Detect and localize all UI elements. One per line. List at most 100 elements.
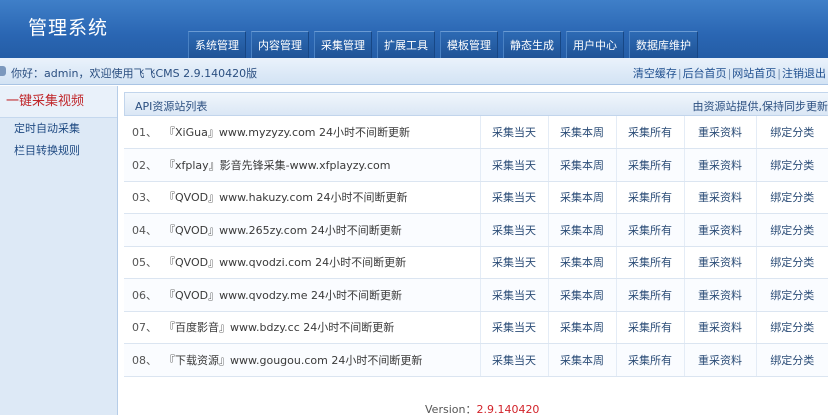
row-number: 06、 [132,288,157,302]
site-name: 『下载资源』www.gougou.com 24小时不间断更新 [164,353,423,367]
sidebar-item-category-rules[interactable]: 栏目转换规则 [0,140,117,162]
bind-category-button[interactable]: 绑定分类 [755,213,828,247]
site-name: 『xfplay』影音先锋采集-www.xfplayzy.com [164,158,391,172]
site-home-link[interactable]: 网站首页 [732,67,776,80]
site-name: 『QVOD』www.qvodzy.me 24小时不间断更新 [164,288,402,302]
collect-all-button[interactable]: 采集所有 [615,213,684,247]
site-name-cell: 07、 『百度影音』www.bdzy.cc 24小时不间断更新 [124,311,480,344]
bind-category-button[interactable]: 绑定分类 [755,181,828,214]
site-name: 『百度影音』www.bdzy.cc 24小时不间断更新 [164,321,395,335]
panel-header: API资源站列表 由资源站提供,保持同步更新 [124,92,828,116]
welcome-text: 你好：admin，欢迎使用飞飞CMS 2.9.140420版 [11,67,258,80]
bind-category-button[interactable]: 绑定分类 [755,278,828,312]
header: 管理系统 系统管理 内容管理 采集管理 扩展工具 模板管理 静态生成 用户中心 … [0,0,828,58]
collect-today-button[interactable]: 采集当天 [479,311,548,344]
collect-all-button[interactable]: 采集所有 [615,148,684,182]
user-icon [0,66,6,76]
version-footer: Version：2.9.140420 [425,401,539,415]
nav-templates[interactable]: 模板管理 [440,31,498,58]
bind-category-button[interactable]: 绑定分类 [755,116,828,149]
nav-system[interactable]: 系统管理 [188,31,246,58]
row-number: 05、 [132,256,157,270]
clear-cache-link[interactable]: 清空缓存 [633,67,677,80]
recollect-button[interactable]: 重采资料 [683,213,756,247]
nav-database[interactable]: 数据库维护 [629,31,698,58]
site-name-cell: 05、 『QVOD』www.qvodzi.com 24小时不间断更新 [124,246,480,279]
collect-today-button[interactable]: 采集当天 [479,246,548,279]
nav-tools[interactable]: 扩展工具 [377,31,435,58]
collect-week-button[interactable]: 采集本周 [547,311,616,344]
nav-content[interactable]: 内容管理 [251,31,309,58]
nav-users[interactable]: 用户中心 [566,31,624,58]
row-number: 03、 [132,191,157,205]
row-number: 02、 [132,158,157,172]
site-name: 『QVOD』www.hakuzy.com 24小时不间断更新 [164,191,408,205]
sidebar-item-one-click-collect[interactable]: 一键采集视频 [0,86,117,118]
collect-all-button[interactable]: 采集所有 [615,343,684,377]
info-bar: 你好：admin，欢迎使用飞飞CMS 2.9.140420版 清空缓存|后台首页… [0,58,828,85]
collect-week-button[interactable]: 采集本周 [547,343,616,377]
collect-week-button[interactable]: 采集本周 [547,116,616,149]
row-number: 07、 [132,321,157,335]
bind-category-button[interactable]: 绑定分类 [755,148,828,182]
collect-all-button[interactable]: 采集所有 [615,278,684,312]
table-row: 01、 『XiGua』www.myzyzy.com 24小时不间断更新 采集当天 采集… [124,116,828,149]
collect-today-button[interactable]: 采集当天 [479,278,548,312]
recollect-button[interactable]: 重采资料 [683,148,756,182]
recollect-button[interactable]: 重采资料 [683,311,756,344]
table-row: 02、 『xfplay』影音先锋采集-www.xfplayzy.com 采集当天 采集… [124,148,828,182]
panel-note: 由资源站提供,保持同步更新 [692,100,828,113]
bind-category-button[interactable]: 绑定分类 [755,246,828,279]
bind-category-button[interactable]: 绑定分类 [755,343,828,377]
version-label: Version： [425,403,477,415]
row-number: 04、 [132,223,157,237]
table-row: 04、 『QVOD』www.265zy.com 24小时不间断更新 采集当天 采集本周… [124,213,828,247]
site-name: 『QVOD』www.265zy.com 24小时不间断更新 [164,223,402,237]
collect-today-button[interactable]: 采集当天 [479,181,548,214]
row-number: 08、 [132,353,157,367]
admin-home-link[interactable]: 后台首页 [683,67,727,80]
site-name-cell: 02、 『xfplay』影音先锋采集-www.xfplayzy.com [124,148,480,182]
collect-all-button[interactable]: 采集所有 [615,116,684,149]
collect-week-button[interactable]: 采集本周 [547,181,616,214]
site-name: 『QVOD』www.qvodzi.com 24小时不间断更新 [164,256,407,270]
app-title: 管理系统 [28,17,109,39]
top-nav: 系统管理 内容管理 采集管理 扩展工具 模板管理 静态生成 用户中心 数据库维护 [188,31,698,58]
recollect-button[interactable]: 重采资料 [683,246,756,279]
site-name-cell: 08、 『下载资源』www.gougou.com 24小时不间断更新 [124,343,480,377]
site-name-cell: 04、 『QVOD』www.265zy.com 24小时不间断更新 [124,213,480,247]
source-site-table: 01、 『XiGua』www.myzyzy.com 24小时不间断更新 采集当天 采集… [124,116,828,377]
nav-static[interactable]: 静态生成 [503,31,561,58]
bind-category-button[interactable]: 绑定分类 [755,311,828,344]
site-name-cell: 06、 『QVOD』www.qvodzy.me 24小时不间断更新 [124,278,480,312]
collect-today-button[interactable]: 采集当天 [479,116,548,149]
nav-collect[interactable]: 采集管理 [314,31,372,58]
recollect-button[interactable]: 重采资料 [683,343,756,377]
sidebar: 一键采集视频 定时自动采集 栏目转换规则 [0,86,118,415]
table-row: 07、 『百度影音』www.bdzy.cc 24小时不间断更新 采集当天 采集本周 采集… [124,311,828,344]
collect-today-button[interactable]: 采集当天 [479,213,548,247]
recollect-button[interactable]: 重采资料 [683,181,756,214]
collect-today-button[interactable]: 采集当天 [479,343,548,377]
collect-all-button[interactable]: 采集所有 [615,246,684,279]
collect-week-button[interactable]: 采集本周 [547,246,616,279]
table-row: 08、 『下载资源』www.gougou.com 24小时不间断更新 采集当天 采集本… [124,343,828,377]
table-row: 05、 『QVOD』www.qvodzi.com 24小时不间断更新 采集当天 采集本… [124,246,828,279]
site-name-cell: 01、 『XiGua』www.myzyzy.com 24小时不间断更新 [124,116,480,149]
table-row: 06、 『QVOD』www.qvodzy.me 24小时不间断更新 采集当天 采集本周… [124,278,828,312]
collect-week-button[interactable]: 采集本周 [547,278,616,312]
collect-all-button[interactable]: 采集所有 [615,181,684,214]
collect-week-button[interactable]: 采集本周 [547,148,616,182]
recollect-button[interactable]: 重采资料 [683,278,756,312]
site-name-cell: 03、 『QVOD』www.hakuzy.com 24小时不间断更新 [124,181,480,214]
site-name: 『XiGua』www.myzyzy.com 24小时不间断更新 [164,126,411,139]
collect-today-button[interactable]: 采集当天 [479,148,548,182]
panel-title: API资源站列表 [135,100,208,113]
logout-link[interactable]: 注销退出 [782,67,826,80]
recollect-button[interactable]: 重采资料 [683,116,756,149]
top-links: 清空缓存|后台首页|网站首页|注销退出 [632,67,826,80]
table-row: 03、 『QVOD』www.hakuzy.com 24小时不间断更新 采集当天 采集本… [124,181,828,214]
collect-all-button[interactable]: 采集所有 [615,311,684,344]
collect-week-button[interactable]: 采集本周 [547,213,616,247]
sidebar-item-scheduled-collect[interactable]: 定时自动采集 [0,118,117,140]
